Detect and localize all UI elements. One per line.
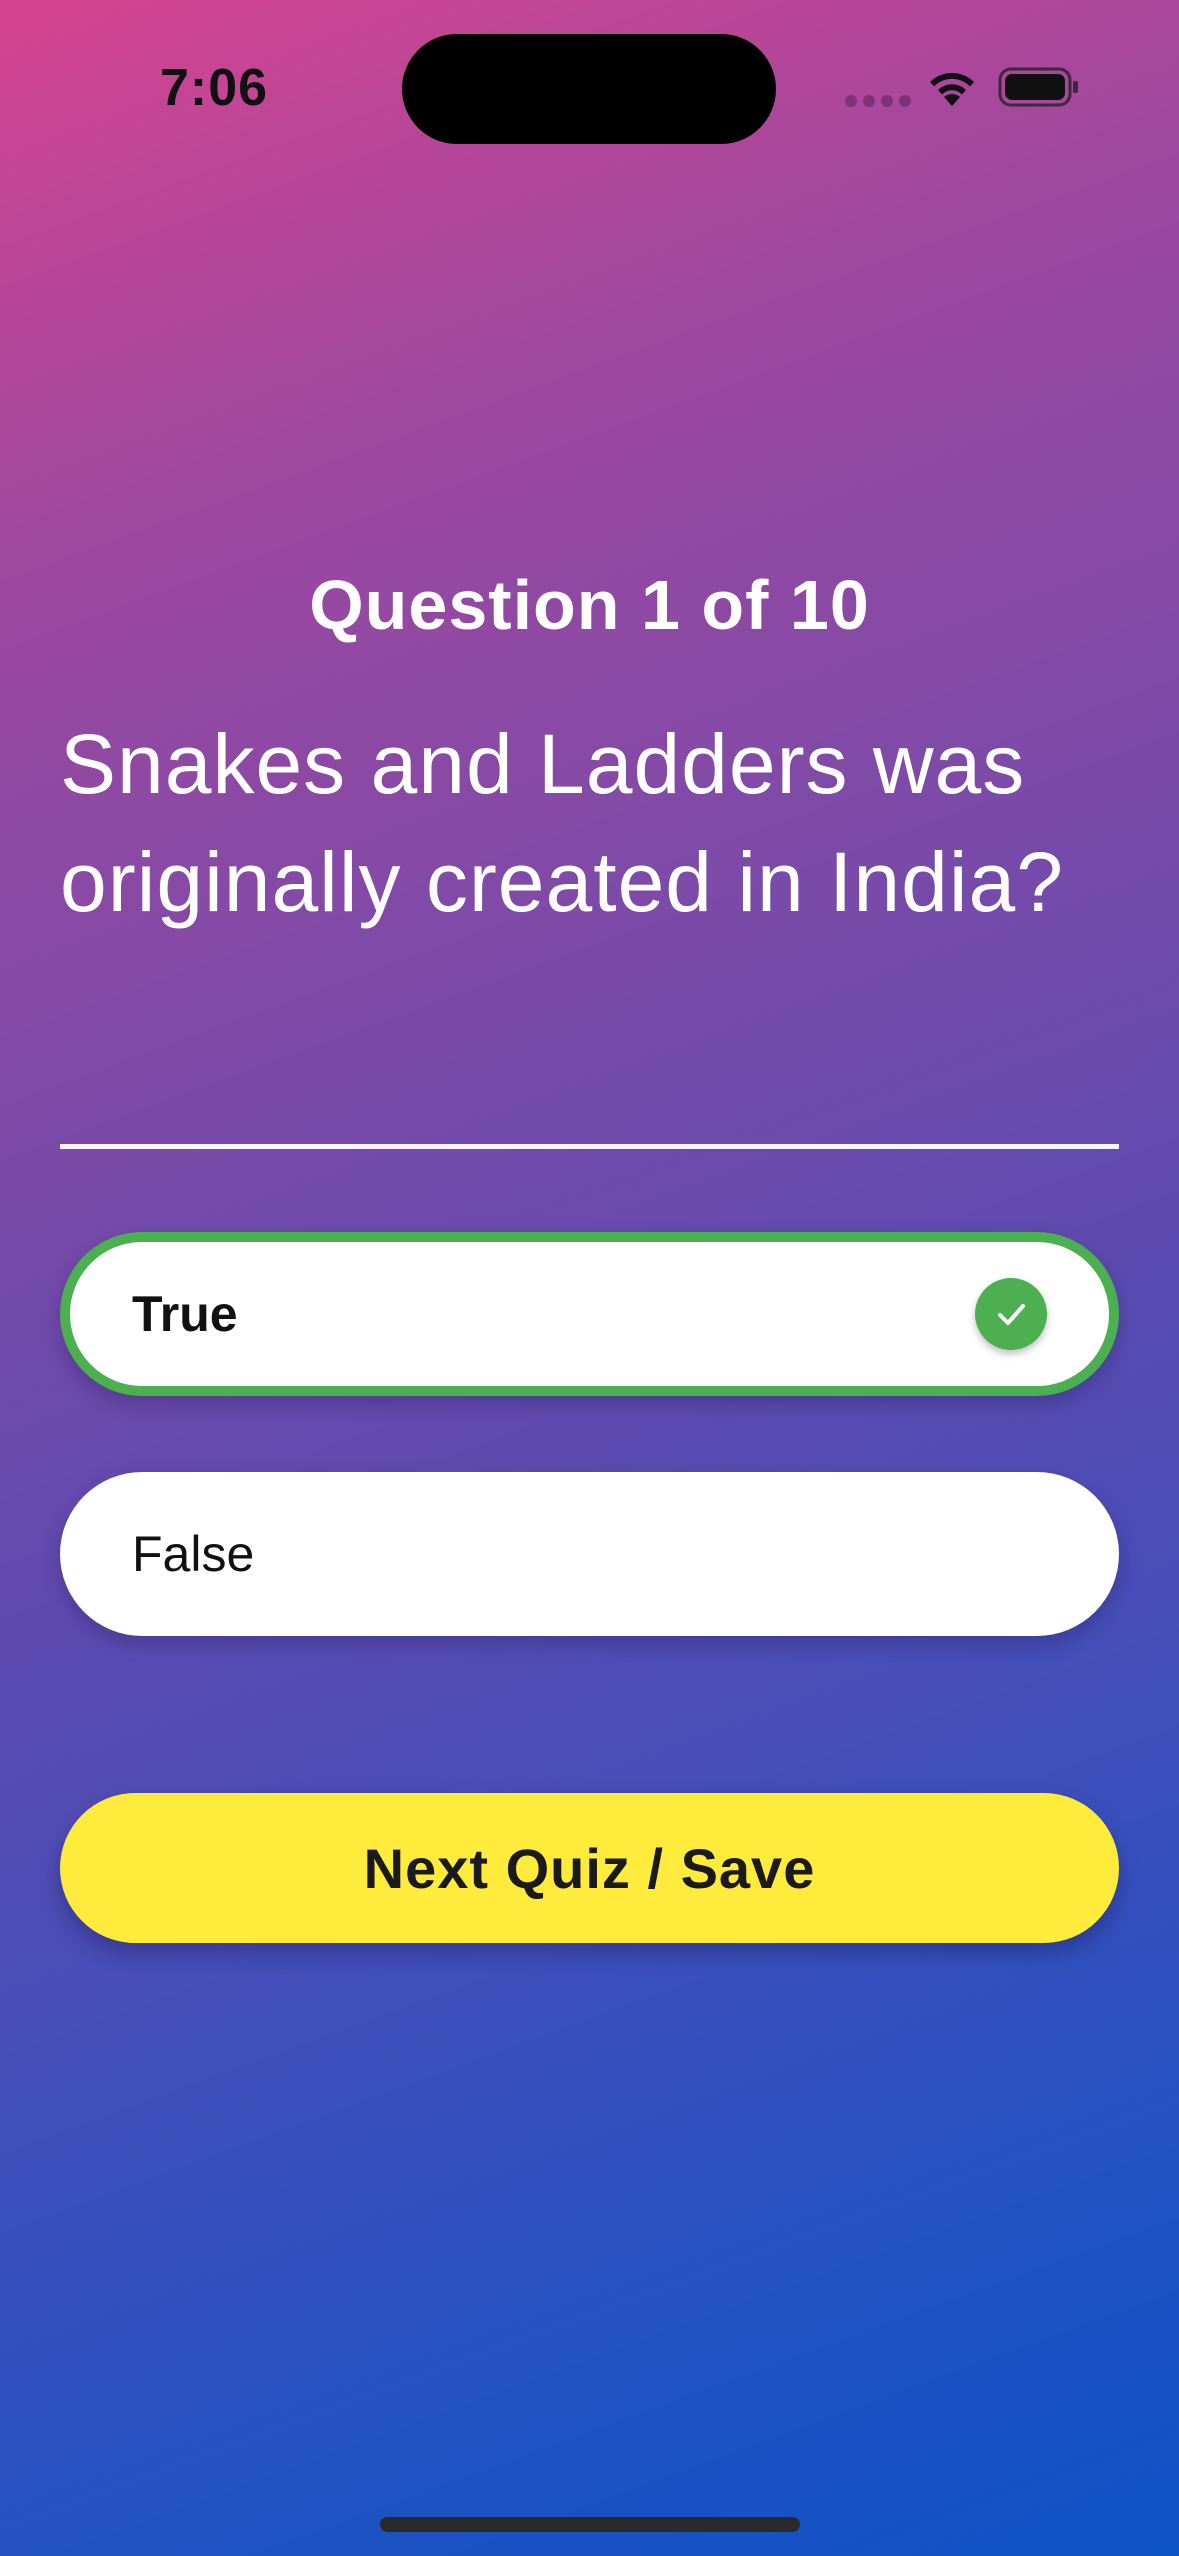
wifi-icon bbox=[930, 72, 974, 106]
status-bar: 7:06 bbox=[0, 0, 1179, 170]
dynamic-island bbox=[402, 34, 776, 144]
home-indicator[interactable] bbox=[380, 2517, 800, 2532]
signal-dots-icon bbox=[845, 95, 911, 107]
question-text: Snakes and Ladders was originally create… bbox=[60, 717, 1064, 929]
battery-icon bbox=[998, 67, 1078, 107]
answer-option-label: True bbox=[132, 1286, 238, 1342]
divider bbox=[60, 1144, 1119, 1149]
status-time: 7:06 bbox=[160, 59, 269, 117]
next-quiz-save-button[interactable]: Next Quiz / Save bbox=[60, 1793, 1119, 1943]
answer-option-label: False bbox=[132, 1526, 255, 1582]
answer-option-true[interactable]: True bbox=[60, 1232, 1119, 1396]
answer-option-false[interactable]: False bbox=[60, 1472, 1119, 1636]
checkmark-icon bbox=[975, 1278, 1047, 1350]
question-counter: Question 1 of 10 bbox=[309, 566, 870, 644]
